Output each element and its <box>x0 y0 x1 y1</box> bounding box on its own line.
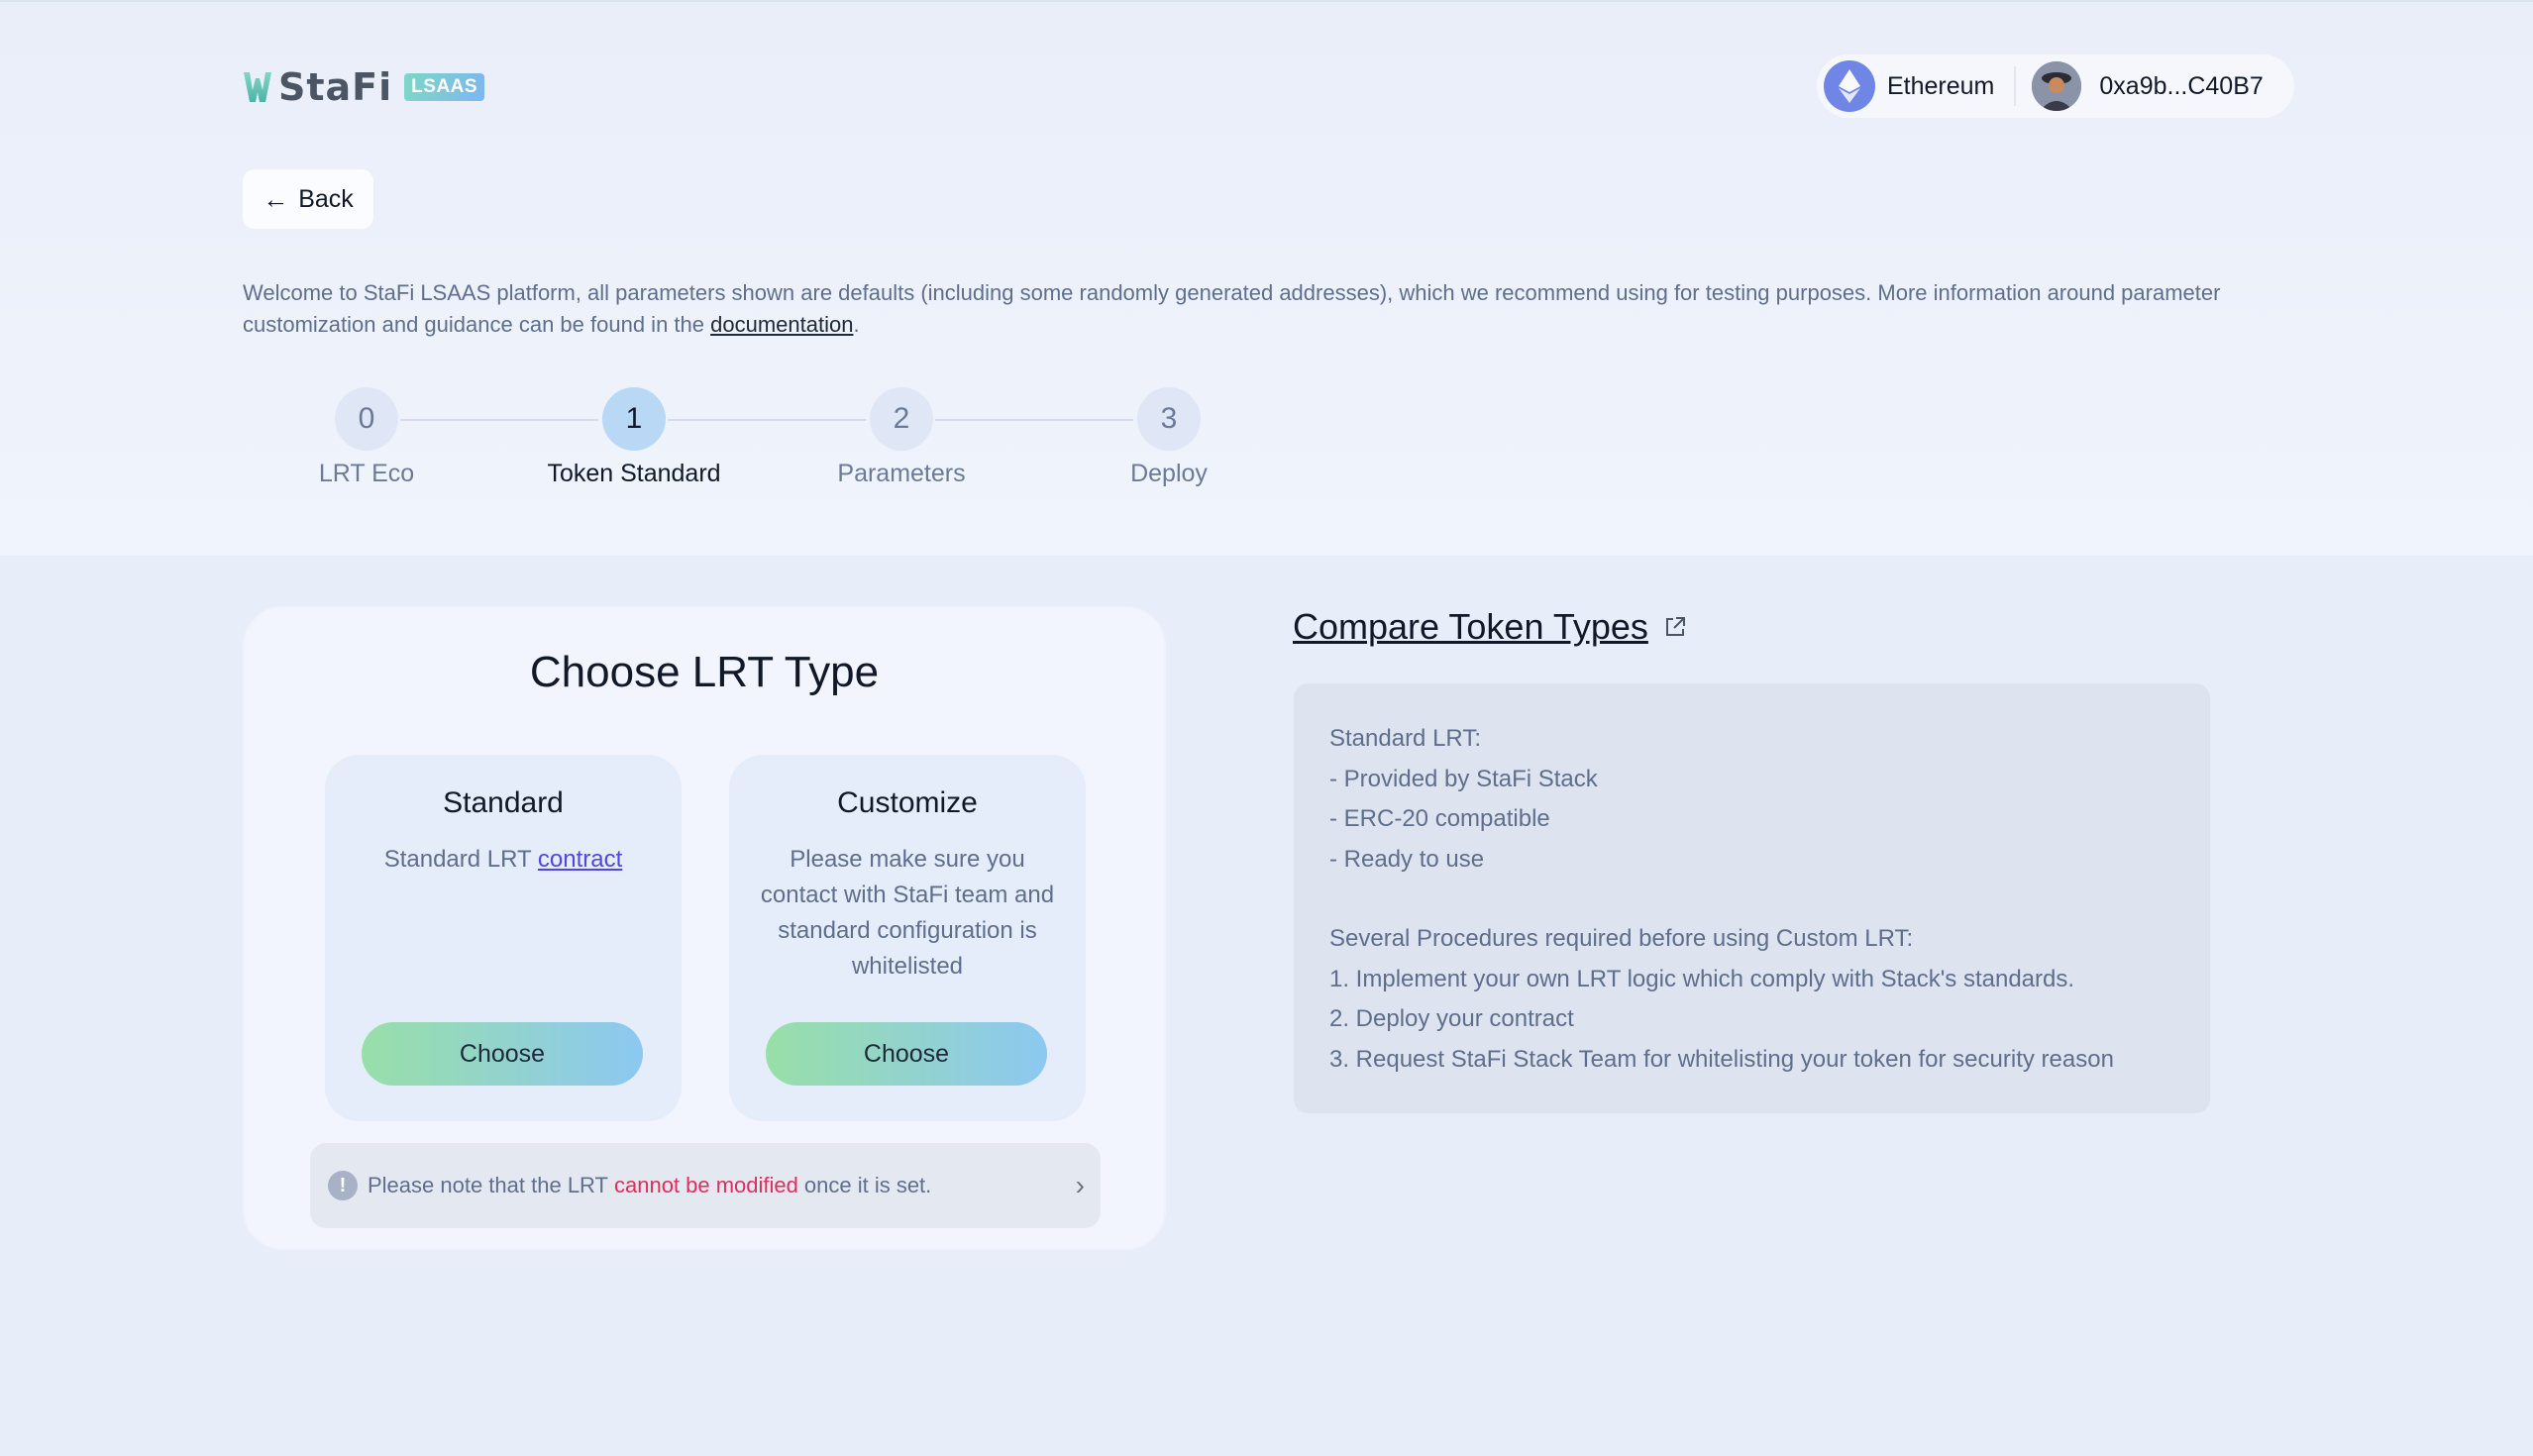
compare-line: 3. Request StaFi Stack Team for whitelis… <box>1329 1045 2114 1073</box>
contract-link[interactable]: contract <box>538 846 622 873</box>
arrow-left-icon: ← <box>263 183 289 214</box>
brand-badge: LSAAS <box>404 73 485 101</box>
documentation-link[interactable]: documentation <box>710 312 853 337</box>
compare-title: Compare Token Types <box>1293 606 1648 647</box>
card-title: Choose LRT Type <box>529 648 880 696</box>
choose-lrt-card: Choose LRT Type Standard Standard LRT co… <box>243 606 1166 1250</box>
option-title: Standard <box>443 786 564 819</box>
ethereum-icon[interactable] <box>1824 60 1875 112</box>
note-pre: Please note that the LRT <box>368 1173 608 1197</box>
chevron-right-icon: › <box>1075 1170 1085 1200</box>
compare-line: 1. Implement your own LRT logic which co… <box>1329 965 2075 992</box>
back-button[interactable]: ← Back <box>243 169 373 229</box>
pill-divider <box>2014 66 2017 106</box>
note-banner[interactable]: ! Please note that the LRT cannot be mod… <box>310 1143 1101 1228</box>
step-token-standard[interactable]: 1 Token Standard <box>535 387 733 488</box>
compare-line: Standard LRT: <box>1329 725 1481 752</box>
stafi-logo[interactable]: StaFi LSAAS <box>243 65 485 109</box>
avatar[interactable] <box>2032 61 2082 111</box>
stafi-logo-icon <box>244 72 271 102</box>
step-parameters[interactable]: 2 Parameters <box>802 387 1001 488</box>
choose-standard-button[interactable]: Choose <box>362 1022 643 1086</box>
wallet-address[interactable]: 0xa9b...C40B7 <box>2099 72 2263 101</box>
compare-info-box: Standard LRT: - Provided by StaFi Stack … <box>1294 683 2210 1113</box>
step-label: Deploy <box>1130 460 1208 487</box>
stepper: 0 LRT Eco 1 Token Standard 2 Parameters … <box>267 387 1258 488</box>
compare-line: Several Procedures required before using… <box>1329 925 1914 952</box>
compare-line: - Provided by StaFi Stack <box>1329 765 1598 792</box>
option-customize: Customize Please make sure you contact w… <box>729 755 1086 1121</box>
intro-text: Welcome to StaFi LSAAS platform, all par… <box>243 277 2303 341</box>
choose-customize-button[interactable]: Choose <box>766 1022 1047 1086</box>
option-standard: Standard Standard LRT contract Choose <box>325 755 682 1121</box>
option-description: Standard LRT contract <box>349 842 658 878</box>
info-icon: ! <box>328 1171 358 1200</box>
external-link-icon <box>1665 617 1685 636</box>
option-desc-text: Standard LRT <box>383 846 538 873</box>
account-pill: Ethereum 0xa9b...C40B7 <box>1817 54 2294 118</box>
step-deploy[interactable]: 3 Deploy <box>1070 387 1268 488</box>
note-warning: cannot be modified <box>613 1173 798 1197</box>
option-title: Customize <box>837 786 978 819</box>
compare-line: - Ready to use <box>1329 845 1485 873</box>
compare-token-types-link[interactable]: Compare Token Types <box>1293 606 1686 648</box>
network-name[interactable]: Ethereum <box>1887 72 1994 101</box>
step-lrt-eco[interactable]: 0 LRT Eco <box>267 387 466 488</box>
intro-end: . <box>853 312 860 337</box>
option-description: Please make sure you contact with StaFi … <box>760 846 1055 980</box>
brand-name: StaFi <box>278 65 393 109</box>
compare-line: - ERC-20 compatible <box>1329 805 1550 832</box>
compare-line: 2. Deploy your contract <box>1329 1005 1574 1032</box>
step-label: Token Standard <box>547 460 721 487</box>
step-label: LRT Eco <box>318 460 415 487</box>
step-number: 2 <box>870 387 933 451</box>
step-number: 0 <box>335 387 398 451</box>
intro-body: Welcome to StaFi LSAAS platform, all par… <box>243 280 2221 337</box>
back-label: Back <box>298 184 354 213</box>
step-number: 1 <box>602 387 666 451</box>
step-number: 3 <box>1137 387 1201 451</box>
note-post: once it is set. <box>803 1173 932 1197</box>
step-label: Parameters <box>837 460 966 487</box>
